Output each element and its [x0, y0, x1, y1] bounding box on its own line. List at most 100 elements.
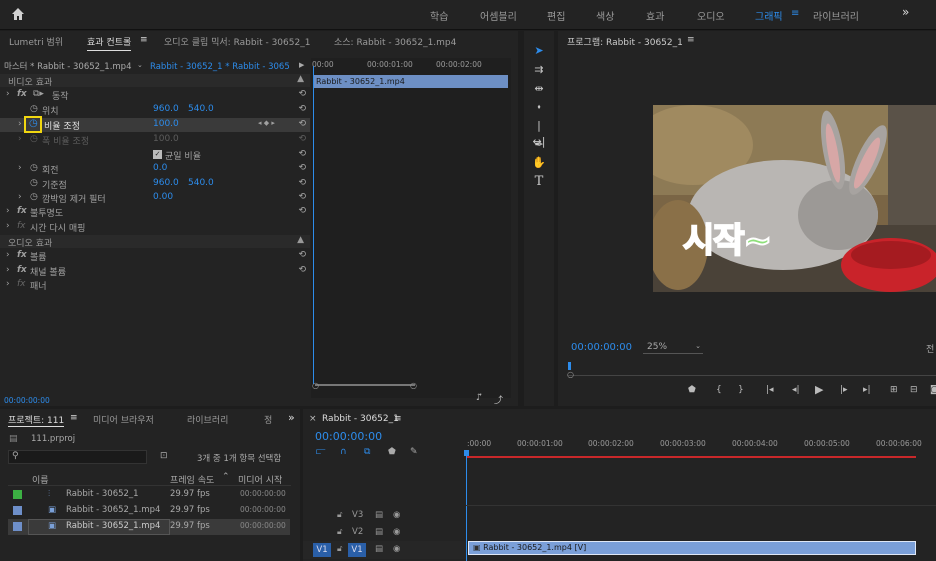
slip-tool-icon[interactable]: |↔| — [531, 118, 547, 148]
track-lock-icon[interactable]: 🔓︎ — [337, 527, 343, 537]
param-anti-flicker[interactable]: › ◷ 깜박임 제거 필터 0.00 ⟲ — [0, 191, 310, 205]
go-to-out-icon[interactable]: ▸| — [863, 385, 871, 395]
step-forward-icon[interactable]: |▸ — [840, 385, 848, 395]
master-clip-selector[interactable]: 마스터 * Rabbit - 30652_1.mp4 — [0, 60, 145, 74]
reset-icon[interactable]: ⟲ — [298, 149, 306, 159]
sync-lock-icon[interactable]: ▤ — [375, 527, 383, 537]
param-scale[interactable]: › ◷ 비율 조정 100.0 ◂ ◆ ▸ ⟲ — [0, 116, 310, 133]
uniform-scale-checkbox[interactable]: ✓ 균일 비율 ⟲ — [0, 148, 310, 162]
eye-icon[interactable]: ◉ — [393, 544, 400, 554]
workspace-color[interactable]: 색상 — [596, 8, 614, 23]
workspace-edit[interactable]: 편집 — [547, 8, 565, 23]
effect-zoom-scrollbar[interactable] — [315, 384, 415, 386]
program-monitor-title[interactable]: 프로그램: Rabbit - 30652_1 — [567, 35, 683, 48]
track-select-tool-icon[interactable]: ⇉ — [531, 62, 547, 78]
column-frame-rate[interactable]: 프레임 속도 — [170, 473, 214, 486]
hand-tool-icon[interactable]: ✋ — [531, 155, 547, 171]
effect-volume[interactable]: › fx 볼륨 ⟲ — [0, 249, 310, 263]
reset-icon[interactable]: ⟲ — [298, 104, 306, 114]
add-marker-icon[interactable]: ⬟ — [388, 447, 396, 457]
selection-tool-icon[interactable]: ➤ — [531, 43, 547, 59]
close-tab-icon[interactable]: × — [309, 414, 317, 424]
scroll-handle-icon[interactable]: ○ — [312, 381, 319, 390]
playhead-handle-icon[interactable] — [464, 450, 469, 456]
razor-tool-icon[interactable]: ⬪ — [531, 99, 547, 115]
column-media-start[interactable]: 미디어 시작 — [238, 473, 282, 486]
effect-playhead[interactable] — [313, 66, 314, 384]
workspace-menu-icon[interactable]: ≡ — [791, 8, 799, 19]
track-label[interactable]: V2 — [352, 527, 363, 537]
sync-lock-icon[interactable]: ▤ — [375, 510, 383, 520]
workspace-learn[interactable]: 학습 — [430, 8, 448, 23]
mark-in-icon[interactable]: { — [716, 385, 722, 395]
wrench-icon[interactable]: ✎ — [410, 447, 418, 457]
source-patch-v1[interactable]: V1 — [313, 543, 331, 557]
track-lock-icon[interactable]: 🔓︎ — [337, 510, 343, 520]
label-color-swatch[interactable] — [13, 522, 22, 531]
play-icon[interactable]: ▶ — [815, 383, 823, 396]
column-name[interactable]: 이름 — [32, 473, 49, 486]
project-item-selected[interactable]: ▣ Rabbit - 30652_1.mp4 29.97 fps 00:00:0… — [8, 519, 290, 535]
mark-out-icon[interactable]: } — [738, 385, 744, 395]
step-back-icon[interactable]: ◂| — [792, 385, 800, 395]
program-video-frame[interactable]: 시작~ — [653, 105, 936, 292]
timeline-timecode[interactable]: 00:00:00:00 — [315, 430, 382, 443]
tab-audio-clip-mixer[interactable]: 오디오 클립 믹서: Rabbit - 30652_1 — [164, 35, 310, 48]
project-item[interactable]: ▣ Rabbit - 30652_1.mp4 29.97 fps 00:00:0… — [8, 503, 290, 519]
effect-opacity[interactable]: › fx 불투명도 ⟲ — [0, 205, 310, 219]
effect-controls-menu-icon[interactable]: ≡ — [140, 35, 148, 45]
program-menu-icon[interactable]: ≡ — [687, 35, 695, 45]
nest-icon[interactable]: ⫍ — [316, 447, 326, 457]
track-target-v1[interactable]: V1 — [348, 543, 366, 557]
project-menu-icon[interactable]: ≡ — [70, 413, 78, 423]
effect-panner[interactable]: › fx 패너 — [0, 278, 310, 292]
play-only-audio-icon[interactable]: ▶ — [299, 61, 304, 69]
effect-time-remap[interactable]: › fx 시간 다시 매핑 — [0, 220, 310, 234]
scroll-handle-icon[interactable]: ○ — [567, 370, 574, 379]
pen-tool-icon[interactable]: ✒ — [531, 137, 547, 153]
program-timecode[interactable]: 00:00:00:00 — [571, 342, 632, 353]
effect-timeline[interactable] — [311, 58, 511, 398]
home-icon[interactable] — [11, 7, 25, 21]
more-panels-icon[interactable]: » — [288, 411, 295, 424]
workspace-libraries[interactable]: 라이브러리 — [813, 8, 859, 23]
tab-effect-controls[interactable]: 효과 컨트롤 — [87, 35, 132, 51]
zoom-level-select[interactable]: 25% ⌄ — [643, 342, 703, 354]
timeline-clip[interactable]: ▣ Rabbit - 30652_1.mp4 [V] — [468, 541, 916, 555]
effect-motion[interactable]: › fx ⧉▸ 동작 ⟲ — [0, 88, 310, 102]
eye-icon[interactable]: ◉ — [393, 527, 400, 537]
playback-resolution-select[interactable]: 전 — [926, 342, 934, 355]
workspace-audio[interactable]: 오디오 — [697, 8, 725, 23]
more-workspaces-icon[interactable]: » — [902, 5, 909, 19]
reset-icon[interactable]: ⟲ — [298, 250, 306, 260]
workspace-graphics[interactable]: 그래픽 — [755, 8, 783, 23]
reset-icon[interactable]: ⟲ — [298, 265, 306, 275]
export-icon[interactable]: ⤴ — [494, 393, 503, 406]
video-overlay-title[interactable]: 시작~ — [682, 213, 773, 262]
param-rotation[interactable]: › ◷ 회전 0.0 ⟲ — [0, 162, 310, 176]
effect-controls-timecode[interactable]: 00:00:00:00 — [4, 396, 50, 405]
ripple-edit-tool-icon[interactable]: ⇹ — [531, 81, 547, 97]
tab-info[interactable]: 정 — [264, 413, 272, 426]
tab-media-browser[interactable]: 미디어 브라우저 — [93, 413, 154, 426]
reset-icon[interactable]: ⟲ — [298, 89, 306, 99]
project-item[interactable]: ⫶ Rabbit - 30652_1 29.97 fps 00:00:00:00 — [8, 487, 290, 503]
track-label[interactable]: V3 — [352, 510, 363, 520]
effect-clip-bar[interactable]: Rabbit - 30652_1.mp4 — [313, 75, 508, 88]
workspace-assembly[interactable]: 어셈블리 — [480, 8, 517, 23]
sort-up-icon[interactable]: ⌃ — [222, 472, 230, 482]
workspace-effects[interactable]: 효과 — [646, 8, 664, 23]
program-time-ruler[interactable] — [568, 364, 936, 376]
reset-icon[interactable]: ⟲ — [298, 206, 306, 216]
param-position[interactable]: ◷ 위치 960.0 540.0 ⟲ — [0, 103, 310, 117]
stopwatch-icon-highlighted[interactable]: ◷ — [24, 116, 42, 133]
reset-icon[interactable]: ⟲ — [298, 119, 306, 129]
reset-icon[interactable]: ⟲ — [298, 178, 306, 188]
label-color-swatch[interactable] — [13, 490, 22, 499]
new-bin-icon[interactable]: ⊡ — [160, 451, 168, 461]
project-search-input[interactable]: ⚲ — [8, 450, 147, 464]
scroll-handle-icon[interactable]: ○ — [410, 381, 417, 390]
audio-clip-icon[interactable]: ♪⃗ — [476, 393, 482, 403]
linked-selection-icon[interactable]: ⧉ — [364, 447, 370, 457]
param-anchor-point[interactable]: ◷ 기준점 960.0 540.0 ⟲ — [0, 177, 310, 191]
